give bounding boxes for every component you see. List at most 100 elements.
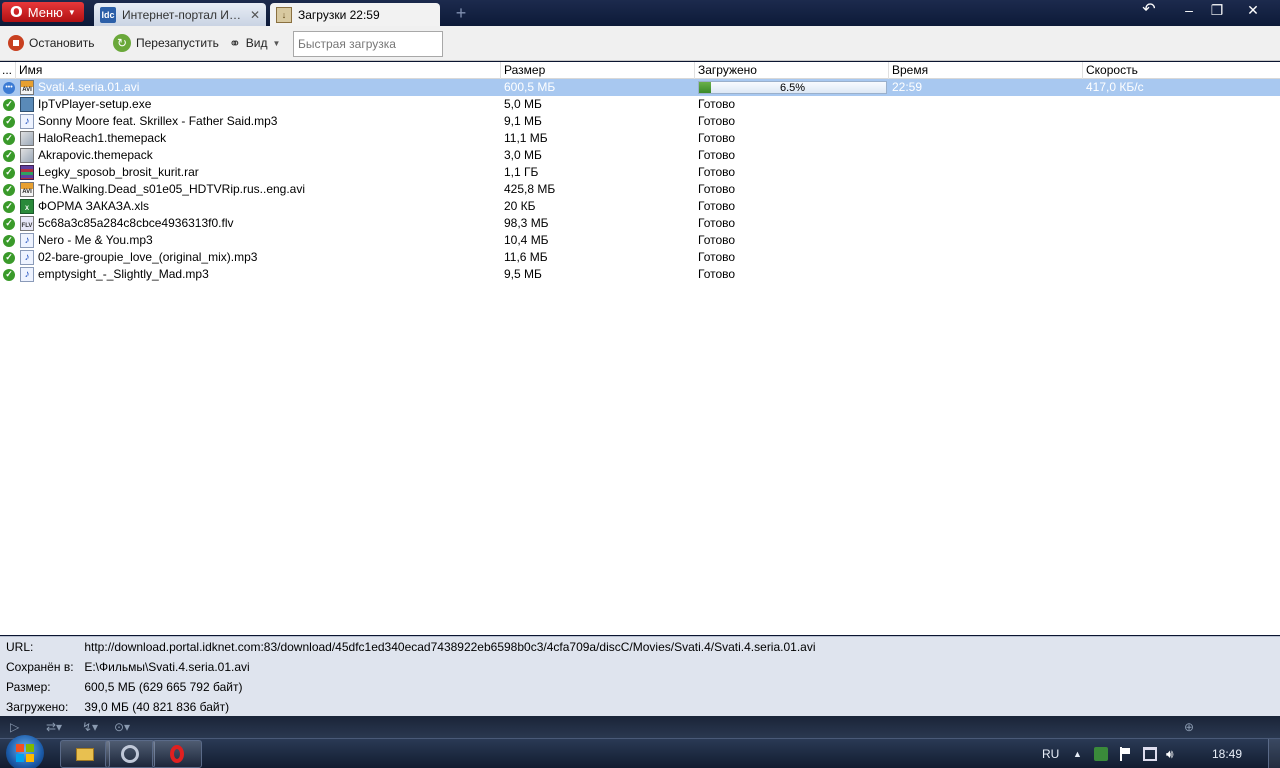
clock[interactable]: 18:49	[1212, 747, 1242, 761]
check-icon: ✓	[3, 98, 15, 111]
panel-toggle-icon[interactable]: ▷	[10, 719, 19, 735]
check-icon: ✓	[3, 200, 15, 213]
zoom-settings-icon[interactable]: ⊙▾	[114, 719, 130, 735]
taskbar-control-panel[interactable]	[105, 740, 155, 768]
xls-file-icon: X	[20, 199, 34, 214]
unite-icon[interactable]: ↯▾	[82, 719, 98, 735]
taskbar-explorer[interactable]	[60, 740, 110, 768]
file-icon-cell: ♪	[20, 113, 35, 130]
show-desktop-button[interactable]	[1268, 739, 1280, 768]
quick-download-input[interactable]	[293, 31, 443, 57]
windows-logo-icon	[16, 744, 34, 762]
new-tab-button[interactable]: +	[452, 4, 470, 22]
file-name: emptysight_-_Slightly_Mad.mp3	[38, 267, 209, 281]
maximize-button[interactable]: ❐	[1202, 0, 1232, 22]
downloading-icon: •••	[3, 81, 15, 94]
download-row[interactable]: ✓ Akrapovic.themepack 3,0 МБ Готово	[0, 147, 1280, 164]
check-icon: ✓	[3, 234, 15, 247]
close-window-button[interactable]: ✕	[1238, 0, 1268, 22]
downloads-toolbar: Остановить ↻ Перезапустить ⚭ Вид ▼	[0, 26, 1280, 61]
language-indicator[interactable]: RU	[1042, 747, 1059, 761]
check-icon: ✓	[3, 166, 15, 179]
loaded-status: Готово	[698, 216, 736, 230]
zoom-icon[interactable]: ⊕	[1184, 719, 1194, 735]
file-icon-cell: ♪	[20, 266, 35, 283]
volume-icon[interactable]: 🔊︎	[1166, 747, 1180, 761]
status-cell: ✓	[3, 249, 17, 266]
tab-downloads[interactable]: ↓ Загрузки 22:59	[270, 3, 440, 26]
download-row[interactable]: ✓ AVI The.Walking.Dead_s01e05_HDTVRip.rus.…	[0, 181, 1280, 198]
menu-label: Меню	[27, 4, 63, 20]
download-row[interactable]: ✓ ♪ Nero - Me & You.mp3 10,4 МБ Готово	[0, 232, 1280, 249]
control-panel-icon	[121, 745, 139, 763]
avi-file-icon: AVI	[20, 182, 34, 197]
taskbar-opera[interactable]	[152, 740, 202, 768]
network-icon[interactable]	[1143, 747, 1157, 761]
column-menu-button[interactable]: ...	[0, 62, 16, 79]
turbo-icon[interactable]: ⇄▾	[46, 719, 62, 735]
file-name: HaloReach1.themepack	[38, 131, 167, 145]
download-row[interactable]: ••• AVI Svati.4.seria.01.avi 600,5 МБ 6.5% 22…	[0, 79, 1280, 96]
theme-file-icon	[20, 131, 34, 146]
minimize-button[interactable]: –	[1174, 0, 1204, 22]
download-row[interactable]: ✓ FLV 5c68a3c85a284c8cbce4936313f0.flv 98,3…	[0, 215, 1280, 232]
download-row[interactable]: ✓ X ФОРМА ЗАКАЗА.xls 20 КБ Готово	[0, 198, 1280, 215]
opera-icon	[170, 745, 184, 763]
column-speed[interactable]: Скорость	[1083, 62, 1280, 79]
status-cell: ✓	[3, 96, 17, 113]
download-row[interactable]: ✓ Legky_sposob_brosit_kurit.rar 1,1 ГБ Гото…	[0, 164, 1280, 181]
status-cell: ✓	[3, 266, 17, 283]
file-icon-cell	[20, 164, 35, 181]
theme-file-icon	[20, 148, 34, 163]
status-cell: ✓	[3, 113, 17, 130]
downloads-favicon-icon: ↓	[276, 6, 292, 23]
close-tab-icon[interactable]: ✕	[250, 8, 260, 22]
browser-titlebar: O Меню ▼ Idc Интернет-портал ИД... ✕ ↓ З…	[0, 0, 1280, 26]
saved-label: Сохранён в:	[6, 660, 74, 674]
file-size: 11,6 МБ	[504, 250, 548, 264]
check-icon: ✓	[3, 149, 15, 162]
action-center-flag-icon[interactable]	[1120, 747, 1134, 761]
show-hidden-icons-icon[interactable]: ▲	[1073, 749, 1082, 759]
stop-button[interactable]: Остановить	[8, 33, 95, 53]
progress-cell: 6.5%	[698, 79, 888, 96]
file-name: 02-bare-groupie_love_(original_mix).mp3	[38, 250, 258, 264]
app-tray-icon[interactable]	[1094, 747, 1108, 761]
column-time[interactable]: Время	[889, 62, 1083, 79]
details-url-row: URL: http://download.portal.idknet.com:8…	[6, 637, 816, 657]
refresh-icon: ↻	[113, 34, 131, 52]
column-size[interactable]: Размер	[501, 62, 695, 79]
saved-path-value[interactable]: E:\Фильмы\Svati.4.seria.01.avi	[84, 660, 249, 674]
download-row[interactable]: ✓ ♪ emptysight_-_Slightly_Mad.mp3 9,5 МБ Гот…	[0, 266, 1280, 283]
avi-file-icon: AVI	[20, 80, 34, 95]
status-cell: •••	[3, 79, 17, 96]
start-button[interactable]	[6, 735, 44, 768]
view-menu-button[interactable]: ⚭ Вид ▼	[229, 33, 280, 53]
file-size: 3,0 МБ	[504, 148, 542, 162]
column-name[interactable]: Имя	[16, 62, 501, 79]
restart-button[interactable]: ↻ Перезапустить	[113, 33, 219, 53]
chevron-down-icon: ▼	[67, 7, 76, 17]
file-name: ФОРМА ЗАКАЗА.xls	[38, 199, 150, 213]
download-row[interactable]: ✓ ♪ Sonny Moore feat. Skrillex - Father Sa…	[0, 113, 1280, 130]
download-row[interactable]: ✓ IpTvPlayer-setup.exe 5,0 МБ Готово	[0, 96, 1280, 113]
exe-file-icon	[20, 97, 34, 112]
download-row[interactable]: ✓ ♪ 02-bare-groupie_love_(original_mix).mp…	[0, 249, 1280, 266]
chevron-down-icon: ▼	[272, 38, 281, 48]
tab-portal[interactable]: Idc Интернет-портал ИД... ✕	[94, 3, 266, 26]
file-name: Svati.4.seria.01.avi	[38, 80, 140, 94]
opera-menu-button[interactable]: O Меню ▼	[2, 2, 84, 22]
binoculars-icon: ⚭	[229, 34, 241, 51]
flv-file-icon: FLV	[20, 216, 34, 231]
closed-tabs-icon[interactable]: ↶	[1134, 0, 1164, 22]
status-cell: ✓	[3, 198, 17, 215]
file-name: 5c68a3c85a284c8cbce4936313f0.flv	[38, 216, 234, 230]
loaded-status: Готово	[698, 250, 736, 264]
url-value[interactable]: http://download.portal.idknet.com:83/dow…	[84, 640, 815, 654]
download-row[interactable]: ✓ HaloReach1.themepack 11,1 МБ Готово	[0, 130, 1280, 147]
loaded-status: Готово	[698, 165, 736, 179]
opera-logo-icon: O	[10, 3, 23, 21]
column-loaded[interactable]: Загружено	[695, 62, 889, 79]
time-remaining: 22:59	[892, 80, 923, 94]
portal-favicon-icon: Idc	[100, 6, 116, 23]
